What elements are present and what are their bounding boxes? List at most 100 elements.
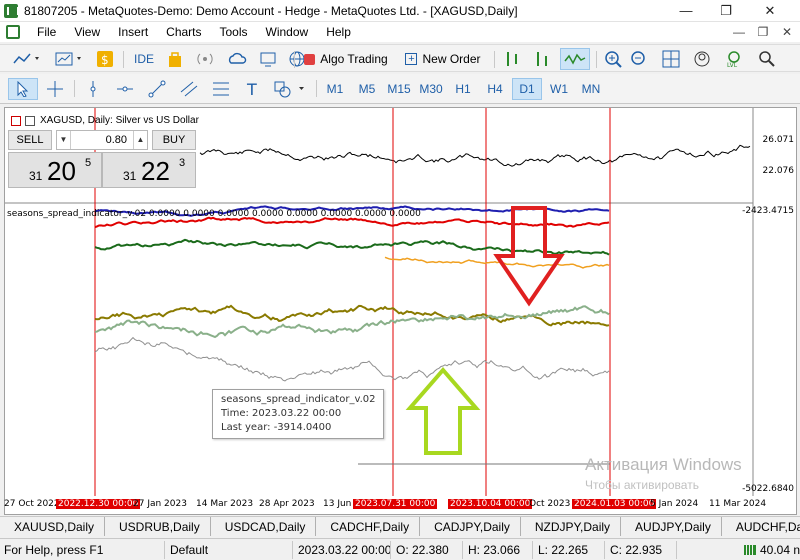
mdi-minimize-button[interactable]: — [726, 22, 752, 42]
mdi-restore-button[interactable]: ❐ [750, 22, 776, 42]
lot-value[interactable]: 0.80 [73, 131, 131, 149]
menu-help[interactable]: Help [317, 22, 360, 42]
market-button[interactable]: $ [94, 48, 116, 70]
x-label: 27 Oct 2022 [4, 499, 60, 509]
menu-charts[interactable]: Charts [157, 22, 210, 42]
x-label: 27 Jan 2023 [133, 499, 187, 509]
status-open: O: 22.380 [396, 543, 449, 557]
indicator-label: seasons_spread_indicator_v.02 0.0000 0.0… [7, 209, 421, 219]
x-label-highlight: 2022.12.30 00:00 [56, 499, 141, 509]
shapes-icon [274, 81, 304, 98]
tab-nzdjpy[interactable]: NZDJPY,Daily [521, 517, 622, 536]
lot-increase-icon[interactable]: ▲ [133, 131, 147, 149]
cloud-icon[interactable] [224, 48, 250, 70]
sell-price[interactable]: 31 20 5 [8, 152, 102, 188]
svg-text:$: $ [101, 53, 109, 67]
menu-window[interactable]: Window [257, 22, 318, 42]
tab-usdcad[interactable]: USDCAD,Daily [211, 517, 317, 536]
zoom-out-icon[interactable] [628, 48, 650, 70]
trendline-tool[interactable] [144, 78, 170, 100]
timeframe-h1[interactable]: H1 [448, 78, 478, 100]
svg-text:T: T [246, 80, 257, 98]
menu-tools[interactable]: Tools [211, 22, 257, 42]
chart-window[interactable]: XAGUSD, Daily: Silver vs US Dollar SELL … [4, 107, 797, 515]
menu-bar: File View Insert Charts Tools Window Hel… [0, 22, 800, 42]
x-label-highlight: 2023.07.31 00:00 [353, 499, 438, 509]
tab-cadchf[interactable]: CADCHF,Daily [316, 517, 421, 536]
menu-view[interactable]: View [65, 22, 109, 42]
timeframe-m5[interactable]: M5 [352, 78, 382, 100]
fibo-icon [213, 82, 229, 96]
lot-size-input[interactable]: ▼ 0.80 ▲ [56, 130, 148, 150]
timeframe-m15[interactable]: M15 [384, 78, 414, 100]
status-bar: For Help, press F1 Default 2023.03.22 00… [0, 538, 800, 560]
chart-template-dropdown[interactable] [52, 48, 88, 70]
level-icon[interactable]: LVL [722, 48, 746, 70]
red-down-arrow [493, 206, 565, 307]
close-button[interactable]: ✕ [750, 0, 790, 22]
horizontal-line-icon [117, 86, 133, 92]
tab-usdrub[interactable]: USDRUB,Daily [105, 517, 211, 536]
chart-tabs: XAUUSD,Daily USDRUB,Daily USDCAD,Daily C… [0, 516, 800, 537]
shapes-dropdown[interactable] [270, 78, 310, 100]
timeframe-mn[interactable]: MN [576, 78, 606, 100]
buy-price[interactable]: 31 22 3 [102, 152, 196, 188]
tab-cadjpy[interactable]: CADJPY,Daily [420, 517, 521, 536]
connection-icon [744, 545, 756, 555]
text-tool[interactable]: T [240, 78, 266, 100]
crosshair-tool[interactable] [42, 78, 68, 100]
plus-icon: + [405, 53, 418, 65]
maximize-button[interactable]: ❐ [706, 0, 746, 22]
sell-icon[interactable] [530, 48, 554, 70]
buy-button[interactable]: BUY [152, 130, 196, 150]
timeframe-m30[interactable]: M30 [416, 78, 446, 100]
tooltip-time: Time: 2023.03.22 00:00 [221, 408, 342, 419]
cursor-tool[interactable] [8, 78, 38, 100]
vertical-line-tool[interactable] [80, 78, 106, 100]
status-close: C: 22.935 [610, 543, 663, 557]
menu-insert[interactable]: Insert [109, 22, 157, 42]
search-icon[interactable] [752, 48, 782, 70]
timeframe-h4[interactable]: H4 [480, 78, 510, 100]
bag-icon[interactable] [164, 48, 186, 70]
windows-activation-subtext: Чтобы активировать [585, 478, 699, 492]
timeframe-d1[interactable]: D1 [512, 78, 542, 100]
tab-xauusd[interactable]: XAUUSD,Daily [0, 517, 106, 536]
signal-icon[interactable] [194, 48, 216, 70]
minimize-button[interactable]: — [666, 0, 706, 22]
buy-icon[interactable] [500, 48, 524, 70]
account-icon[interactable] [690, 48, 714, 70]
line-chart-icon [13, 53, 39, 64]
new-order-button[interactable]: + New Order [400, 48, 486, 70]
ide-button[interactable]: IDE [130, 48, 158, 70]
chart-properties-icon[interactable] [25, 115, 35, 126]
fibo-tool[interactable] [208, 78, 234, 100]
menu-file[interactable]: File [28, 22, 65, 42]
series-green [94, 238, 610, 256]
zoom-in-icon[interactable] [602, 48, 624, 70]
timeframe-m1[interactable]: M1 [320, 78, 350, 100]
chart-window-icon [6, 25, 20, 39]
line-chart-button[interactable] [560, 48, 590, 70]
channel-tool[interactable] [176, 78, 202, 100]
svg-text:LVL: LVL [727, 62, 738, 68]
chart-type-dropdown[interactable] [10, 48, 46, 70]
mdi-close-button[interactable]: ✕ [774, 22, 800, 42]
tab-audjpy[interactable]: AUDJPY,Daily [621, 517, 722, 536]
vps-icon[interactable] [256, 48, 282, 70]
series-red [94, 216, 610, 229]
trendline-icon [148, 80, 166, 98]
x-label: Oct 2023 [529, 499, 571, 509]
chart-menu-icon[interactable] [11, 115, 21, 126]
tooltip-value: Last year: -3914.0400 [221, 422, 332, 433]
status-net: 40.04 n [760, 543, 800, 557]
tab-audchf[interactable]: AUDCHF,Da [722, 517, 800, 536]
lot-decrease-icon[interactable]: ▼ [57, 131, 71, 149]
stop-icon [304, 53, 316, 65]
algo-trading-button[interactable]: Algo Trading [300, 48, 392, 70]
grid-icon[interactable] [658, 48, 684, 70]
x-label: 14 Mar 2023 [196, 499, 254, 509]
sell-button[interactable]: SELL [8, 130, 52, 150]
timeframe-w1[interactable]: W1 [544, 78, 574, 100]
horizontal-line-tool[interactable] [112, 78, 138, 100]
